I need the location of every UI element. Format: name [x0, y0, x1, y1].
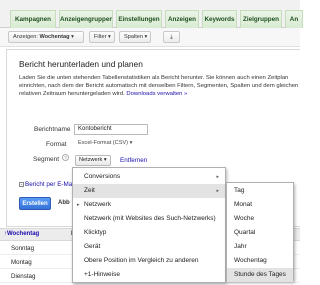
view-value: Wochentag	[39, 34, 70, 40]
menu-item-netzwerk[interactable]: ▸ Netzwerk	[73, 198, 225, 212]
chevron-down-icon: ▾	[129, 140, 133, 146]
view-dropdown[interactable]: Anzeigen: Wochentag ▾	[8, 31, 84, 43]
email-report-link[interactable]: + Bericht per E-Ma	[19, 181, 72, 188]
toolbar: Anzeigen: Wochentag ▾ Filter ▾ Spalten ▾…	[0, 28, 300, 47]
submenu-item-stunde[interactable]: Stunde des Tages	[227, 268, 293, 282]
chevron-down-icon: ▾	[71, 34, 74, 40]
panel-title: Bericht herunterladen und planen	[19, 59, 143, 69]
menu-item-label: Zeit	[84, 187, 95, 194]
tab-einstellungen[interactable]: Einstellungen	[116, 10, 162, 28]
download-button[interactable]: ⤓	[163, 31, 180, 43]
report-name-label: Berichtname	[34, 126, 71, 133]
tab-anzeigengruppen[interactable]: Anzeigengruppen	[59, 10, 113, 28]
tab-kampagnen[interactable]: Kampagnen	[10, 10, 56, 28]
menu-item-klicktyp[interactable]: Klicktyp	[73, 226, 225, 240]
tab-overflow[interactable]: An	[285, 10, 303, 28]
download-icon: ⤓	[170, 34, 173, 40]
report-name-input[interactable]: Kontobericht	[74, 124, 148, 135]
menu-item-zeit[interactable]: Zeit ▸	[73, 184, 225, 198]
chevron-right-icon: ▸	[216, 174, 219, 180]
segment-dropdown[interactable]: Netzwerk ▾	[75, 155, 111, 166]
weekday-cell: Sonntag	[11, 245, 35, 252]
menu-item-obere-position[interactable]: Obere Position im Vergleich zu anderen	[73, 254, 225, 268]
format-text: Excel-Format (CSV)	[78, 140, 129, 146]
segment-menu: Conversions ▸ Zeit ▸ ▸ Netzwerk Netzwerk…	[72, 167, 226, 283]
weekday-cell: Montag	[11, 259, 32, 266]
filter-button[interactable]: Filter ▾	[89, 31, 115, 43]
create-button[interactable]: Erstellen	[19, 197, 51, 210]
email-link-text: Bericht per E-Ma	[25, 181, 73, 188]
selected-marker-icon: ▸	[77, 202, 80, 208]
chevron-down-icon: ▾	[144, 34, 148, 40]
help-icon[interactable]: ?	[62, 154, 69, 161]
submenu-item-wochentag[interactable]: Wochentag	[227, 254, 293, 268]
columns-label: Spalten	[124, 34, 143, 40]
time-submenu: Tag Monat Woche Quartal Jahr Wochentag S…	[226, 182, 294, 282]
submenu-item-quartal[interactable]: Quartal	[227, 226, 293, 240]
columns-button[interactable]: Spalten ▾	[119, 31, 151, 43]
menu-item-label: Conversions	[84, 173, 121, 180]
submenu-item-tag[interactable]: Tag	[227, 184, 293, 198]
weekday-cell: Dienstag	[11, 273, 36, 280]
chevron-down-icon: ▾	[103, 157, 107, 163]
manage-downloads-link[interactable]: Downloads verwalten »	[126, 91, 187, 97]
menu-item-geraet[interactable]: Gerät	[73, 240, 225, 254]
header-weekday[interactable]: ↑Wochentag	[0, 228, 39, 241]
segment-value: Netzwerk	[79, 157, 103, 163]
tab-anzeigen[interactable]: Anzeigen	[165, 10, 199, 28]
tab-keywords[interactable]: Keywords	[202, 10, 237, 28]
panel-description: Laden Sie die unten stehenden Tabellenst…	[19, 74, 299, 98]
submenu-item-woche[interactable]: Woche	[227, 212, 293, 226]
header-weekday-label: Wochentag	[7, 231, 40, 237]
menu-item-netzwerk-such[interactable]: Netzwerk (mit Websites des Such-Netzwerk…	[73, 212, 225, 226]
tab-zielgruppen[interactable]: Zielgruppen	[240, 10, 282, 28]
format-value[interactable]: Excel-Format (CSV) ▾	[78, 140, 132, 146]
filter-label: Filter	[94, 34, 107, 40]
menu-item-plus-one[interactable]: +1-Hinweise	[73, 268, 225, 282]
expand-icon: +	[19, 182, 24, 187]
cancel-button[interactable]: Abb	[58, 197, 70, 210]
format-label: Format	[46, 141, 67, 148]
remove-segment-link[interactable]: Entfernen	[120, 157, 147, 164]
view-prefix: Anzeigen:	[13, 34, 38, 40]
tab-bar: Kampagnen Anzeigengruppen Einstellungen …	[0, 0, 303, 28]
menu-item-conversions[interactable]: Conversions ▸	[73, 170, 225, 184]
segment-label: Segment	[33, 156, 60, 163]
chevron-right-icon: ▸	[216, 188, 219, 194]
menu-item-label: Netzwerk	[84, 201, 112, 208]
submenu-item-jahr[interactable]: Jahr	[227, 240, 293, 254]
chevron-down-icon: ▾	[108, 34, 111, 40]
submenu-item-monat[interactable]: Monat	[227, 198, 293, 212]
